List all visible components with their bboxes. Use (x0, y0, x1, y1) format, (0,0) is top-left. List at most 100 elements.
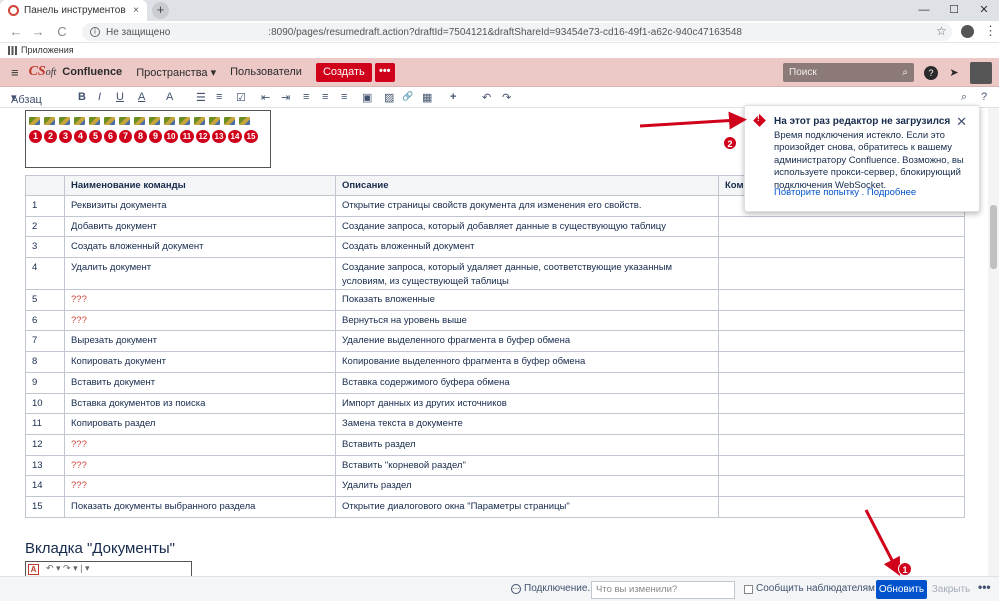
description-cell[interactable]: Создание запроса, который добавляет данн… (335, 215, 719, 238)
italic-button[interactable]: I (98, 91, 101, 103)
command-name-cell[interactable]: ??? (64, 309, 336, 332)
description-cell[interactable]: Показать вложенные (335, 289, 719, 311)
row-number-cell[interactable]: 9 (25, 371, 65, 394)
indent-button[interactable]: ⇥ (281, 91, 290, 104)
row-number-cell[interactable]: 7 (25, 330, 65, 353)
forward-icon[interactable]: → (30, 24, 46, 40)
description-cell[interactable]: Копирование выделенного фрагмента в буфе… (335, 351, 719, 373)
paragraph-style-select[interactable]: Абзац ▾ (11, 91, 42, 106)
create-button[interactable]: Создать (315, 62, 372, 82)
insert-image-button[interactable]: ▨ (384, 91, 394, 104)
notify-watchers-checkbox[interactable] (744, 585, 753, 594)
comment-cell[interactable] (718, 215, 965, 238)
command-name-cell[interactable]: Показать документы выбранного раздела (64, 495, 336, 518)
command-name-cell[interactable]: Вставка документов из поиска (64, 392, 336, 415)
comment-cell[interactable] (718, 392, 965, 415)
more-options-button[interactable]: ••• (978, 580, 991, 594)
comment-cell[interactable] (718, 433, 965, 456)
description-cell[interactable]: Вставить раздел (335, 433, 719, 456)
new-tab-button[interactable]: + (152, 2, 169, 19)
search-input[interactable]: Поиск ⌕ (783, 63, 914, 82)
browser-tab[interactable]: Панель инструментов и вклад × (0, 0, 147, 21)
command-name-cell[interactable]: Реквизиты документа (64, 195, 336, 217)
help-icon[interactable]: ? (924, 66, 938, 80)
insert-link-button[interactable]: 🔗 (402, 91, 413, 102)
notifications-icon[interactable]: ➤ (947, 66, 961, 80)
close-button[interactable]: Закрыть (931, 580, 971, 599)
align-center-button[interactable]: ≡ (322, 91, 328, 103)
description-cell[interactable]: Импорт данных из других источников (335, 392, 719, 415)
numbered-list-button[interactable]: ≡ (216, 91, 222, 103)
row-number-cell[interactable]: 13 (25, 454, 65, 477)
description-cell[interactable]: Создать вложенный документ (335, 236, 719, 259)
comment-cell[interactable] (718, 257, 965, 291)
comment-cell[interactable] (718, 371, 965, 394)
bookmark-star-icon[interactable]: ☆ (936, 24, 947, 38)
scrollbar[interactable] (988, 108, 999, 576)
row-number-cell[interactable]: 2 (25, 215, 65, 238)
command-name-cell[interactable]: Удалить документ (64, 257, 336, 291)
comment-cell[interactable] (718, 454, 965, 477)
row-number-cell[interactable]: 8 (25, 351, 65, 373)
spaces-menu[interactable]: Пространства ▾ (136, 66, 216, 79)
description-cell[interactable]: Замена текста в документе (335, 413, 719, 435)
text-color-button[interactable]: A (138, 91, 145, 103)
more-formatting-button[interactable]: A (166, 91, 173, 103)
underline-button[interactable]: U (116, 91, 124, 103)
row-number-cell[interactable]: 3 (25, 236, 65, 259)
app-name[interactable]: Confluence (62, 66, 122, 78)
reload-icon[interactable]: C (54, 24, 70, 40)
row-number-cell[interactable]: 4 (25, 257, 65, 291)
avatar[interactable] (970, 62, 992, 84)
comment-cell[interactable] (718, 330, 965, 353)
back-icon[interactable]: ← (8, 24, 24, 40)
create-more-button[interactable]: ••• (374, 62, 395, 82)
profile-icon[interactable] (961, 25, 974, 38)
command-name-cell[interactable]: ??? (64, 289, 336, 311)
editor-help-icon[interactable]: ? (981, 91, 987, 103)
command-name-cell[interactable]: ??? (64, 454, 336, 477)
logo[interactable]: CSoft (29, 64, 57, 80)
comment-cell[interactable] (718, 475, 965, 497)
redo-button[interactable]: ↷ (502, 91, 511, 104)
window-maximize-button[interactable]: ☐ (939, 0, 969, 21)
row-number-cell[interactable]: 15 (25, 495, 65, 518)
insert-more-button[interactable]: + (450, 91, 456, 103)
row-number-cell[interactable]: 6 (25, 309, 65, 332)
command-name-cell[interactable]: ??? (64, 475, 336, 497)
description-cell[interactable]: Вставка содержимого буфера обмена (335, 371, 719, 394)
bookmark-apps[interactable]: Приложения (21, 45, 74, 55)
url-field[interactable]: i Не защищено :8090/pages/resumedraft.ac… (82, 23, 952, 41)
description-cell[interactable]: Вернуться на уровень выше (335, 309, 719, 332)
align-right-button[interactable]: ≡ (341, 91, 347, 103)
description-cell[interactable]: Удалить раздел (335, 475, 719, 497)
command-name-cell[interactable]: Копировать раздел (64, 413, 336, 435)
command-name-cell[interactable]: ??? (64, 433, 336, 456)
description-cell[interactable]: Открытие страницы свойств документа для … (335, 195, 719, 217)
row-number-cell[interactable]: 14 (25, 475, 65, 497)
task-list-button[interactable]: ☑ (236, 91, 246, 104)
outdent-button[interactable]: ⇤ (261, 91, 270, 104)
insert-table-button[interactable]: ▦ (422, 91, 432, 104)
page-layout-button[interactable]: ▣ (362, 91, 372, 104)
row-number-cell[interactable]: 5 (25, 289, 65, 311)
retry-link[interactable]: Повторите попытку (774, 187, 859, 198)
comment-cell[interactable] (718, 495, 965, 518)
close-icon[interactable]: ✕ (956, 114, 967, 130)
scrollbar-thumb[interactable] (990, 205, 997, 269)
users-link[interactable]: Пользователи (230, 66, 302, 78)
info-icon[interactable]: i (90, 27, 100, 37)
description-cell[interactable]: Создание запроса, который удаляет данные… (335, 257, 719, 291)
apps-icon[interactable] (8, 45, 17, 55)
description-cell[interactable]: Вставить "корневой раздел" (335, 454, 719, 477)
command-name-cell[interactable]: Вставить документ (64, 371, 336, 394)
window-close-button[interactable]: ✕ (969, 0, 999, 21)
align-left-button[interactable]: ≡ (303, 91, 309, 103)
comment-cell[interactable] (718, 413, 965, 435)
app-switcher-icon[interactable]: ≡ (11, 65, 19, 80)
comment-cell[interactable] (718, 351, 965, 373)
comment-cell[interactable] (718, 236, 965, 259)
update-button[interactable]: Обновить (876, 580, 927, 599)
row-number-cell[interactable]: 12 (25, 433, 65, 456)
row-number-cell[interactable]: 10 (25, 392, 65, 415)
